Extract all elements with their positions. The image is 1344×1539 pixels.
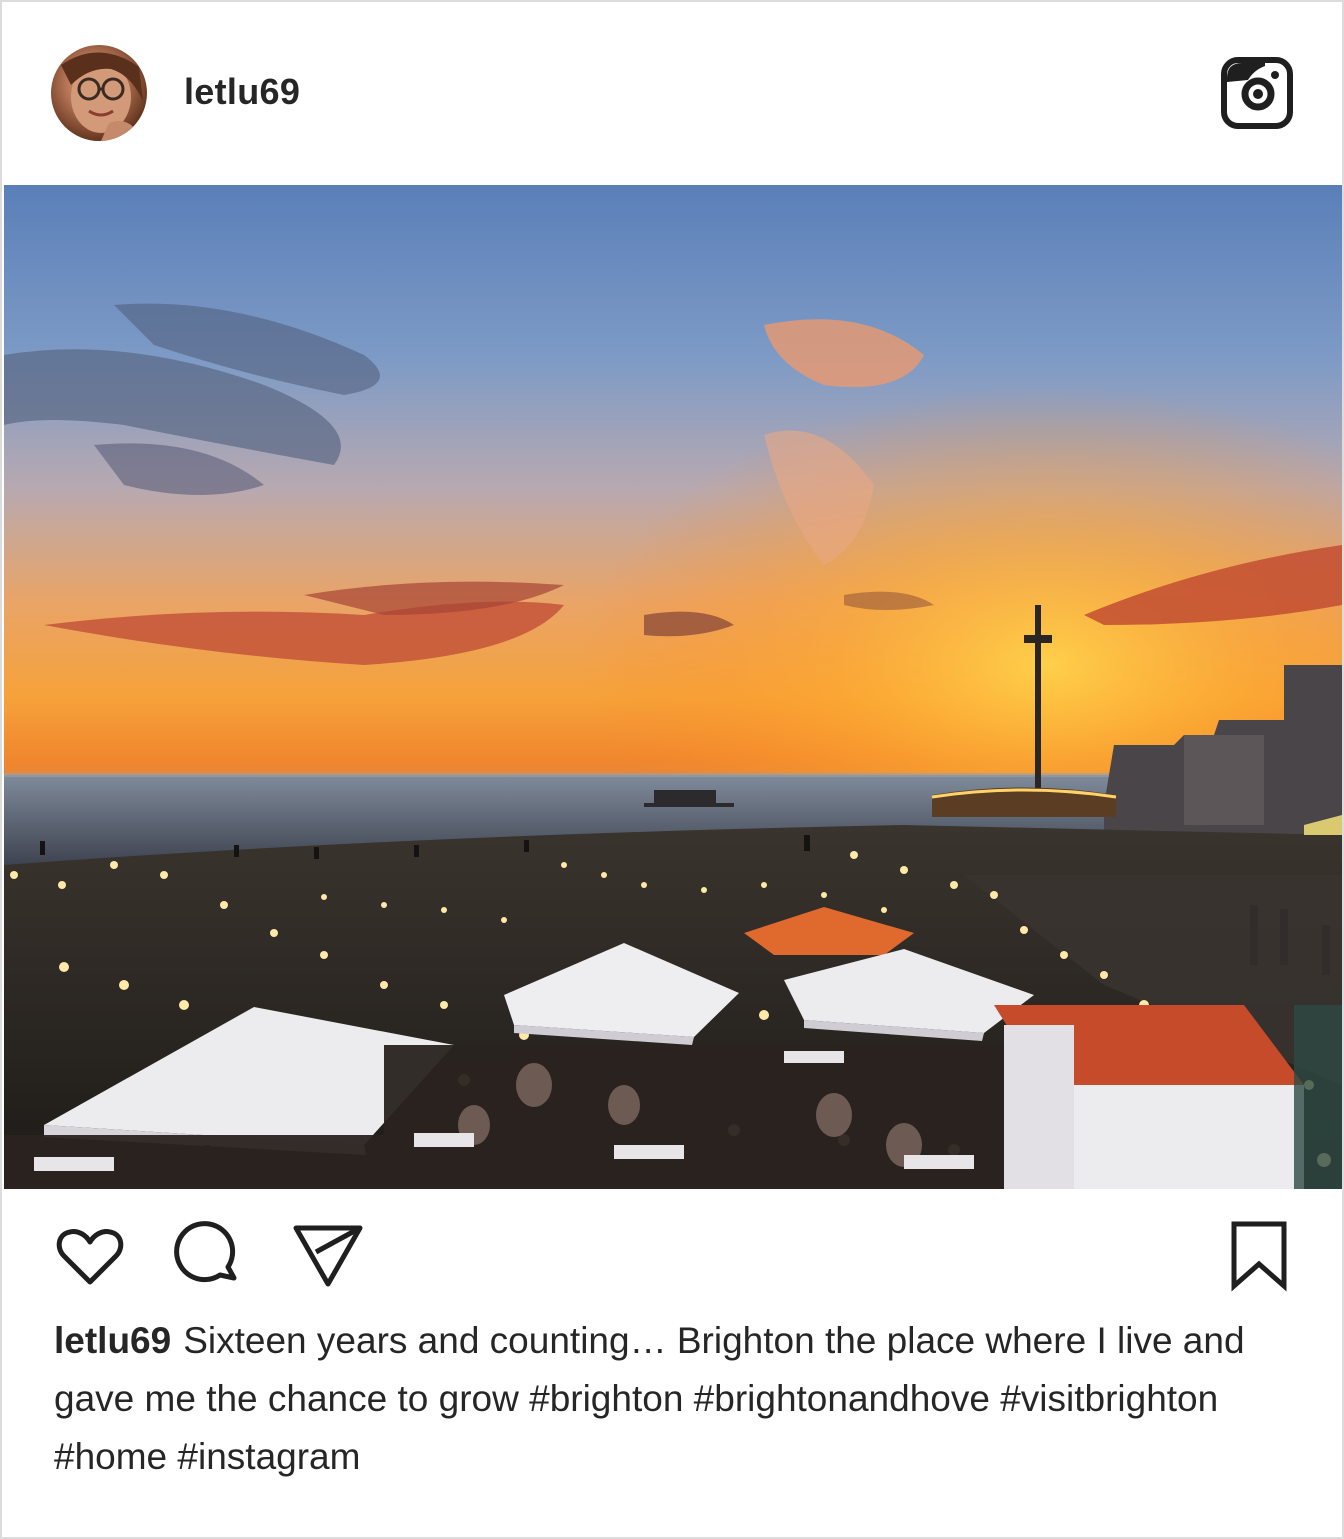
- caption-username[interactable]: letlu69: [54, 1320, 171, 1361]
- post-caption: letlu69 Sixteen years and counting… Brigh…: [54, 1312, 1304, 1486]
- heart-icon[interactable]: [54, 1220, 126, 1292]
- instagram-post-card: letlu69 letlu69 Sixteen years and counti…: [0, 0, 1344, 1539]
- avatar[interactable]: [51, 45, 147, 141]
- paper-plane-icon[interactable]: [292, 1220, 364, 1292]
- bookmark-icon[interactable]: [1224, 1220, 1296, 1292]
- post-action-bar: [2, 1190, 1342, 1310]
- instagram-icon[interactable]: [1220, 56, 1294, 130]
- post-photo[interactable]: [4, 185, 1342, 1189]
- caption-text: Sixteen years and counting… Brighton the…: [54, 1320, 1245, 1477]
- post-header: letlu69: [2, 2, 1342, 184]
- comment-icon[interactable]: [172, 1220, 244, 1292]
- post-username[interactable]: letlu69: [184, 70, 300, 114]
